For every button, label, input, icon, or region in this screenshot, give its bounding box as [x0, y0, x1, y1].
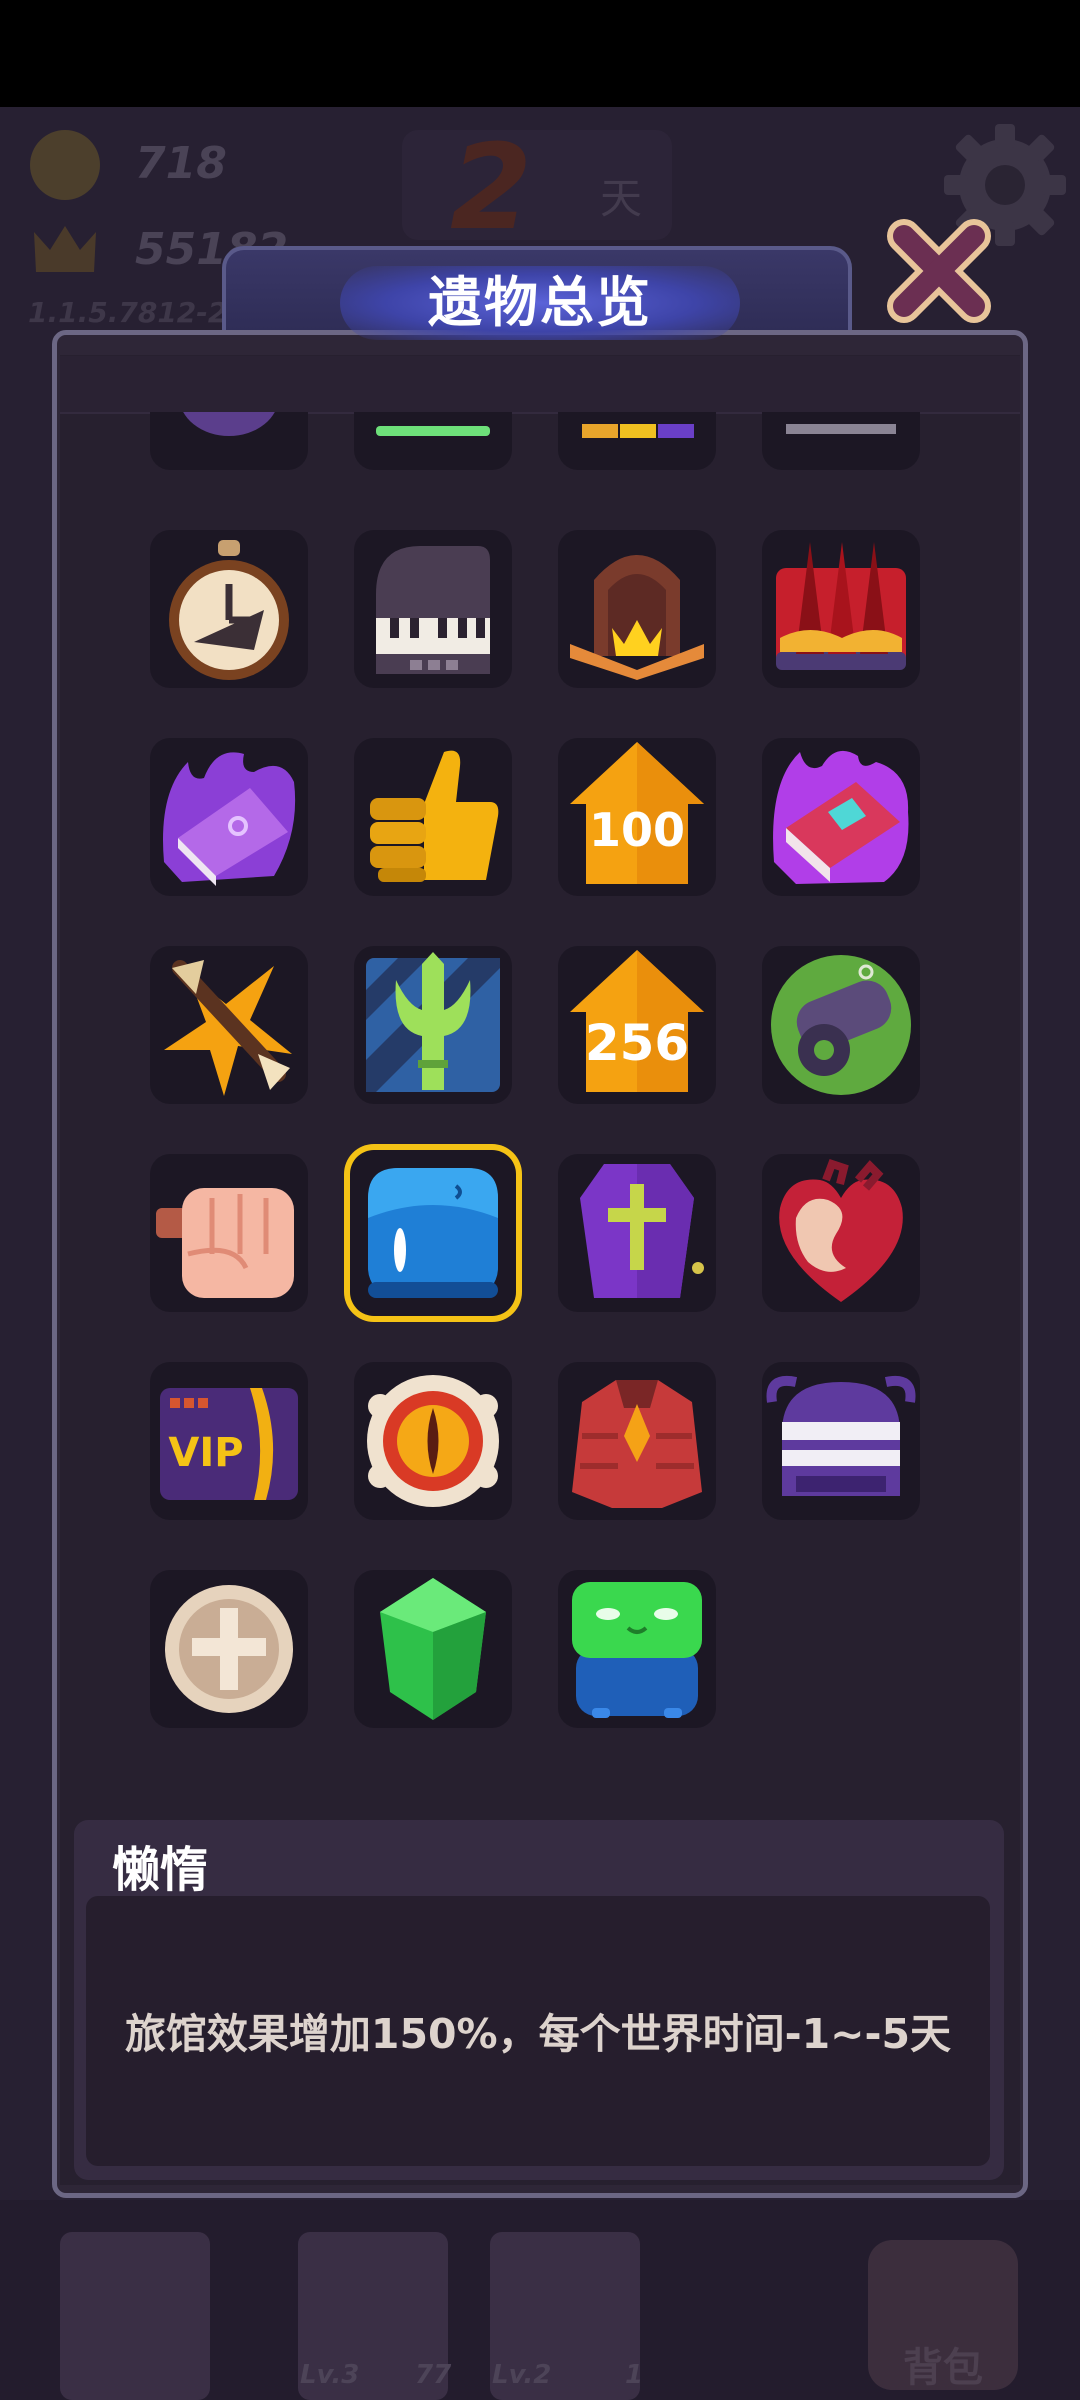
eye-shield-relic-icon — [367, 1375, 499, 1507]
thumbs-up-relic-icon — [370, 750, 499, 882]
relic-slot[interactable] — [558, 1362, 716, 1520]
spike-trap-relic-icon — [776, 542, 906, 670]
relic-slot[interactable] — [762, 530, 920, 688]
grey-blocks-relic-icon — [786, 424, 896, 434]
crossed-arrows-relic-icon — [164, 960, 292, 1096]
backpack-label: 背包 — [903, 2345, 983, 2391]
status-bar — [0, 0, 1080, 107]
relic-description-text: 旅馆效果增加150%，每个世界时间-1~-5天 — [124, 2010, 952, 2058]
day-unit-label: 天 — [600, 174, 643, 223]
fist-relic-icon — [156, 1188, 294, 1298]
relic-slot-partial[interactable] — [558, 412, 716, 470]
relic-slot[interactable] — [354, 1570, 512, 1728]
hero-portrait-slot[interactable] — [60, 2232, 210, 2400]
magic-tome-relic-icon — [773, 750, 909, 884]
day-number: 2 — [450, 118, 533, 256]
close-icon[interactable] — [880, 212, 998, 330]
modal-header-strip — [60, 356, 1020, 414]
svg-text:VIP: VIP — [168, 1430, 243, 1476]
relic-grid[interactable]: 100 256 VIP — [60, 412, 1020, 1778]
gold-coin-icon — [30, 130, 100, 200]
green-frog-relic-icon — [572, 1582, 702, 1718]
relic-slot[interactable] — [558, 1570, 716, 1728]
relic-slot[interactable] — [150, 738, 308, 896]
green-bar-relic-icon — [376, 426, 490, 436]
hotbar-slot-1-level: Lv.3 — [300, 2360, 360, 2390]
relic-name: 懒惰 — [112, 1842, 209, 1898]
relic-slot[interactable] — [150, 530, 308, 688]
trident-relic-icon — [366, 952, 500, 1092]
knight-helmet-relic-icon — [766, 1376, 916, 1496]
relic-slot[interactable] — [762, 738, 920, 896]
relic-slot-partial[interactable] — [354, 412, 512, 470]
house-100-relic-icon: 100 — [570, 742, 704, 884]
color-blocks-relic-icon — [582, 424, 694, 438]
relic-slot[interactable] — [150, 1154, 308, 1312]
relic-slot[interactable] — [354, 1362, 512, 1520]
relic-slot[interactable] — [354, 530, 512, 688]
cannon-relic-icon — [771, 955, 911, 1095]
relic-slot[interactable]: VIP — [150, 1362, 308, 1520]
house-256-relic-icon: 256 — [570, 950, 704, 1092]
hotbar-slot-2-count: 1 — [625, 2360, 644, 2390]
hotbar-slot-2-level: Lv.2 — [492, 2360, 552, 2390]
coffin-relic-icon — [580, 1164, 704, 1298]
campfire-relic-icon — [570, 555, 704, 680]
cursed-book-relic-icon — [163, 752, 296, 886]
relic-slot[interactable] — [558, 530, 716, 688]
heart-relic-icon — [779, 1158, 903, 1302]
relic-slot[interactable]: 256 — [558, 946, 716, 1104]
pocket-watch-relic-icon — [169, 540, 289, 680]
purple-orb-relic-icon — [183, 412, 275, 436]
relic-slot[interactable] — [762, 1362, 920, 1520]
holy-coin-relic-icon — [165, 1585, 293, 1713]
gold-counter: 718 — [135, 138, 227, 189]
relic-slot-partial[interactable] — [762, 412, 920, 470]
relic-slot[interactable] — [354, 738, 512, 896]
relic-slot[interactable] — [762, 946, 920, 1104]
svg-text:100: 100 — [589, 803, 685, 857]
relic-slot[interactable] — [354, 946, 512, 1104]
relic-slot-partial[interactable] — [150, 412, 308, 470]
relic-slot[interactable] — [150, 946, 308, 1104]
red-armor-relic-icon — [572, 1380, 702, 1508]
svg-text:256: 256 — [585, 1014, 689, 1072]
relic-slot[interactable]: 100 — [558, 738, 716, 896]
piano-relic-icon — [376, 546, 490, 674]
relic-slot[interactable] — [762, 1154, 920, 1312]
blue-slime-relic-icon — [368, 1168, 498, 1298]
green-gem-relic-icon — [380, 1578, 486, 1720]
hotbar-slot-1-count: 77 — [415, 2360, 452, 2390]
relic-slot[interactable] — [150, 1570, 308, 1728]
relic-slot-selected[interactable] — [354, 1154, 512, 1312]
vip-card-relic-icon: VIP — [160, 1388, 298, 1500]
relic-slot[interactable] — [558, 1154, 716, 1312]
